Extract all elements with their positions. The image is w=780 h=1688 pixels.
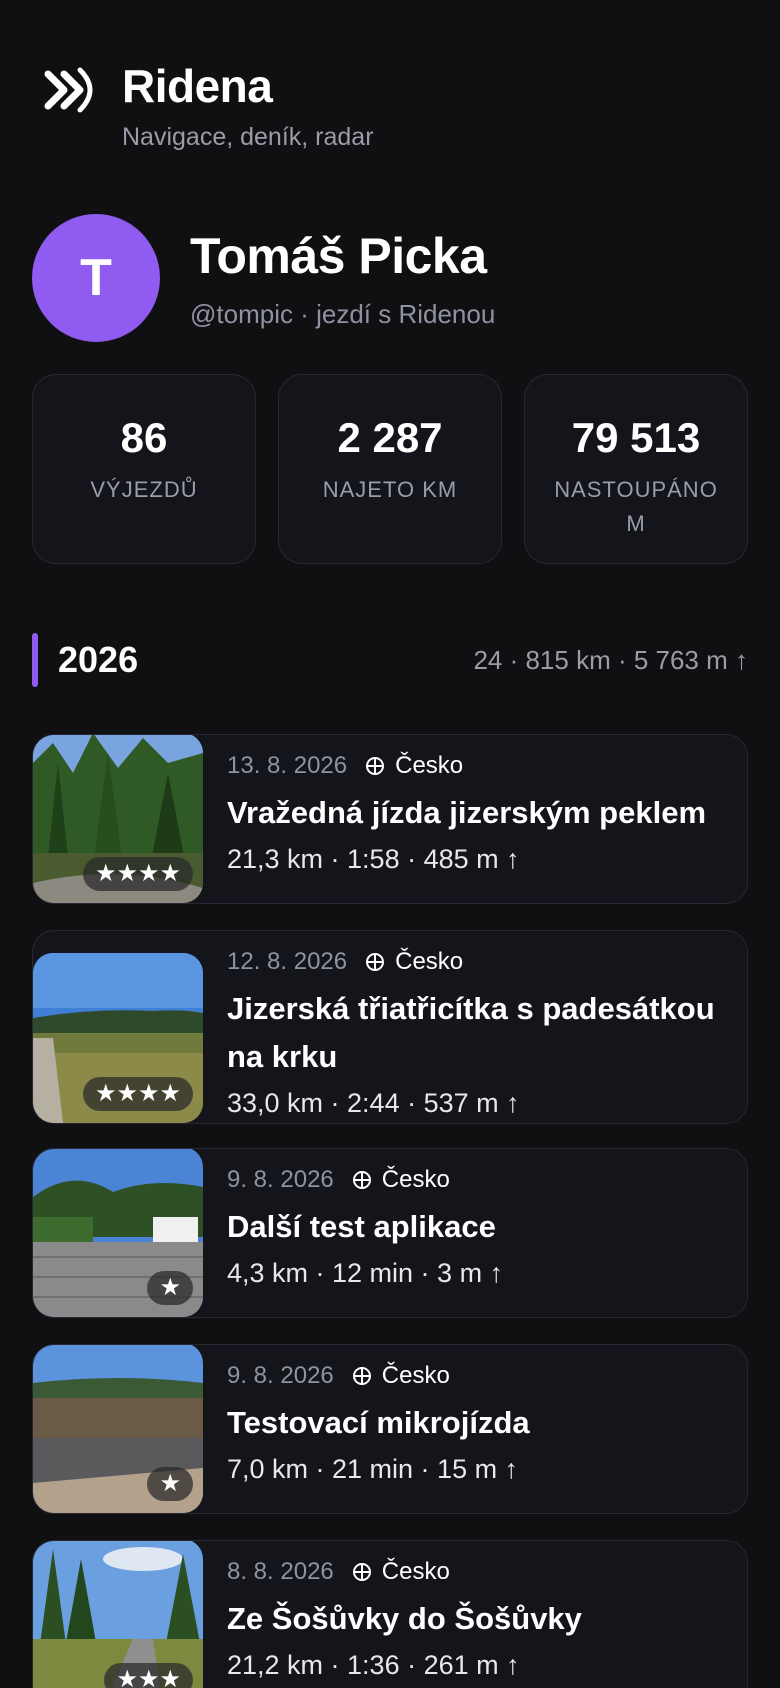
globe-icon xyxy=(365,756,385,776)
ride-country: Česko xyxy=(381,1362,450,1389)
app-header: Ridena Navigace, deník, radar xyxy=(44,58,374,152)
stat-label: NASTOUPÁNO M xyxy=(554,477,718,536)
rating-badge: ★ xyxy=(147,1467,193,1501)
ride-date: 8. 8. 2026 xyxy=(227,1558,334,1585)
profile-page: Ridena Navigace, deník, radar T Tomáš Pi… xyxy=(0,0,780,1688)
rating-badge: ★★★ xyxy=(104,1663,193,1688)
ride-country: Česko xyxy=(395,752,464,779)
stat-label: NAJETO KM xyxy=(322,477,458,502)
ride-title: Jizerská třiatřicítka s padesátkou na kr… xyxy=(227,991,715,1074)
ride-meta: 8. 8. 2026 Česko xyxy=(227,1555,731,1589)
rating-badge: ★★★★ xyxy=(82,857,193,891)
globe-icon xyxy=(365,952,385,972)
stat-label: VÝJEZDŮ xyxy=(90,477,198,502)
ride-meta: 9. 8. 2026 Česko xyxy=(227,1359,731,1393)
year-section-header: 2026 24 · 815 km · 5 763 m ↑ xyxy=(32,632,748,688)
rating-badge: ★ xyxy=(147,1271,193,1305)
globe-icon xyxy=(352,1562,372,1582)
ride-meta: 12. 8. 2026 Česko xyxy=(227,945,731,979)
ride-title: Další test aplikace xyxy=(227,1209,496,1244)
ride-photo: ★★★★ xyxy=(33,735,203,903)
year-summary: 24 · 815 km · 5 763 m ↑ xyxy=(473,644,748,675)
ride-card[interactable]: ★ 9. 8. 2026 Česko Další test aplikace 4… xyxy=(32,1148,748,1318)
profile-header: T Tomáš Picka @tompic · jezdí s Ridenou xyxy=(32,214,495,342)
ride-stats: 7,0 km · 21 min · 15 m ↑ xyxy=(227,1454,519,1484)
ride-country: Česko xyxy=(381,1166,450,1193)
ride-meta: 9. 8. 2026 Česko xyxy=(227,1163,731,1197)
ride-title: Vražedná jízda jizerským peklem xyxy=(227,795,707,830)
ride-photo: ★ xyxy=(33,1149,203,1317)
globe-icon xyxy=(352,1170,372,1190)
ride-card[interactable]: ★ 9. 8. 2026 Česko Testovací mikrojízda … xyxy=(32,1344,748,1514)
stat-value: 79 513 xyxy=(571,414,701,461)
ride-title: Ze Šošůvky do Šošůvky xyxy=(227,1601,582,1636)
ride-content: 13. 8. 2026 Česko Vražedná jízda jizersk… xyxy=(227,749,731,879)
ride-stats: 33,0 km · 2:44 · 537 m ↑ xyxy=(227,1088,520,1118)
stat-card-rides: 86 VÝJEZDŮ xyxy=(32,374,256,564)
ride-photo: ★★★★ xyxy=(33,953,203,1123)
profile-name: Tomáš Picka xyxy=(190,228,487,284)
ride-content: 9. 8. 2026 Česko Testovací mikrojízda 7,… xyxy=(227,1359,731,1489)
ride-title: Testovací mikrojízda xyxy=(227,1405,530,1440)
ride-stats: 21,2 km · 1:36 · 261 m ↑ xyxy=(227,1650,520,1680)
year-accent-bar xyxy=(32,633,38,687)
ride-photo: ★ xyxy=(33,1345,203,1513)
ride-content: 9. 8. 2026 Česko Další test aplikace 4,3… xyxy=(227,1163,731,1293)
year-heading: 2026 xyxy=(32,632,138,688)
ride-stats: 21,3 km · 1:58 · 485 m ↑ xyxy=(227,844,520,874)
profile-handle: @tompic · jezdí s Ridenou xyxy=(190,299,496,329)
ride-stats: 4,3 km · 12 min · 3 m ↑ xyxy=(227,1258,504,1288)
app-title-block: Ridena Navigace, deník, radar xyxy=(122,58,374,152)
app-title: Ridena xyxy=(122,60,273,112)
ride-card[interactable]: ★★★ 8. 8. 2026 Česko Ze Šošůvky do Šošův… xyxy=(32,1540,748,1688)
stats-row: 86 VÝJEZDŮ 2 287 NAJETO KM 79 513 NASTOU… xyxy=(32,374,748,564)
stat-card-distance: 2 287 NAJETO KM xyxy=(278,374,502,564)
ride-date: 9. 8. 2026 xyxy=(227,1166,334,1193)
ride-country: Česko xyxy=(381,1558,450,1585)
globe-icon xyxy=(352,1366,372,1386)
year-title: 2026 xyxy=(58,639,139,680)
avatar[interactable]: T xyxy=(32,214,160,342)
profile-info: Tomáš Picka @tompic · jezdí s Ridenou xyxy=(190,226,495,330)
stat-card-elevation: 79 513 NASTOUPÁNO M xyxy=(524,374,748,564)
ride-content: 8. 8. 2026 Česko Ze Šošůvky do Šošůvky 2… xyxy=(227,1555,731,1685)
ride-content: 12. 8. 2026 Česko Jizerská třiatřicítka … xyxy=(227,945,731,1123)
rating-badge: ★★★★ xyxy=(82,1077,193,1111)
ride-date: 9. 8. 2026 xyxy=(227,1362,334,1389)
app-subtitle: Navigace, deník, radar xyxy=(122,123,374,151)
ride-card[interactable]: ★★★★ 12. 8. 2026 Česko Jizerská třiatřic… xyxy=(32,930,748,1124)
ride-meta: 13. 8. 2026 Česko xyxy=(227,749,731,783)
ride-logo-icon xyxy=(44,62,96,118)
ride-card[interactable]: ★★★★ 13. 8. 2026 Česko Vražedná jízda ji… xyxy=(32,734,748,904)
ride-date: 13. 8. 2026 xyxy=(227,752,348,779)
ride-date: 12. 8. 2026 xyxy=(227,948,348,975)
ride-country: Česko xyxy=(395,948,464,975)
stat-value: 2 287 xyxy=(337,414,443,461)
ride-photo: ★★★ xyxy=(33,1541,203,1688)
stat-value: 86 xyxy=(120,414,168,461)
